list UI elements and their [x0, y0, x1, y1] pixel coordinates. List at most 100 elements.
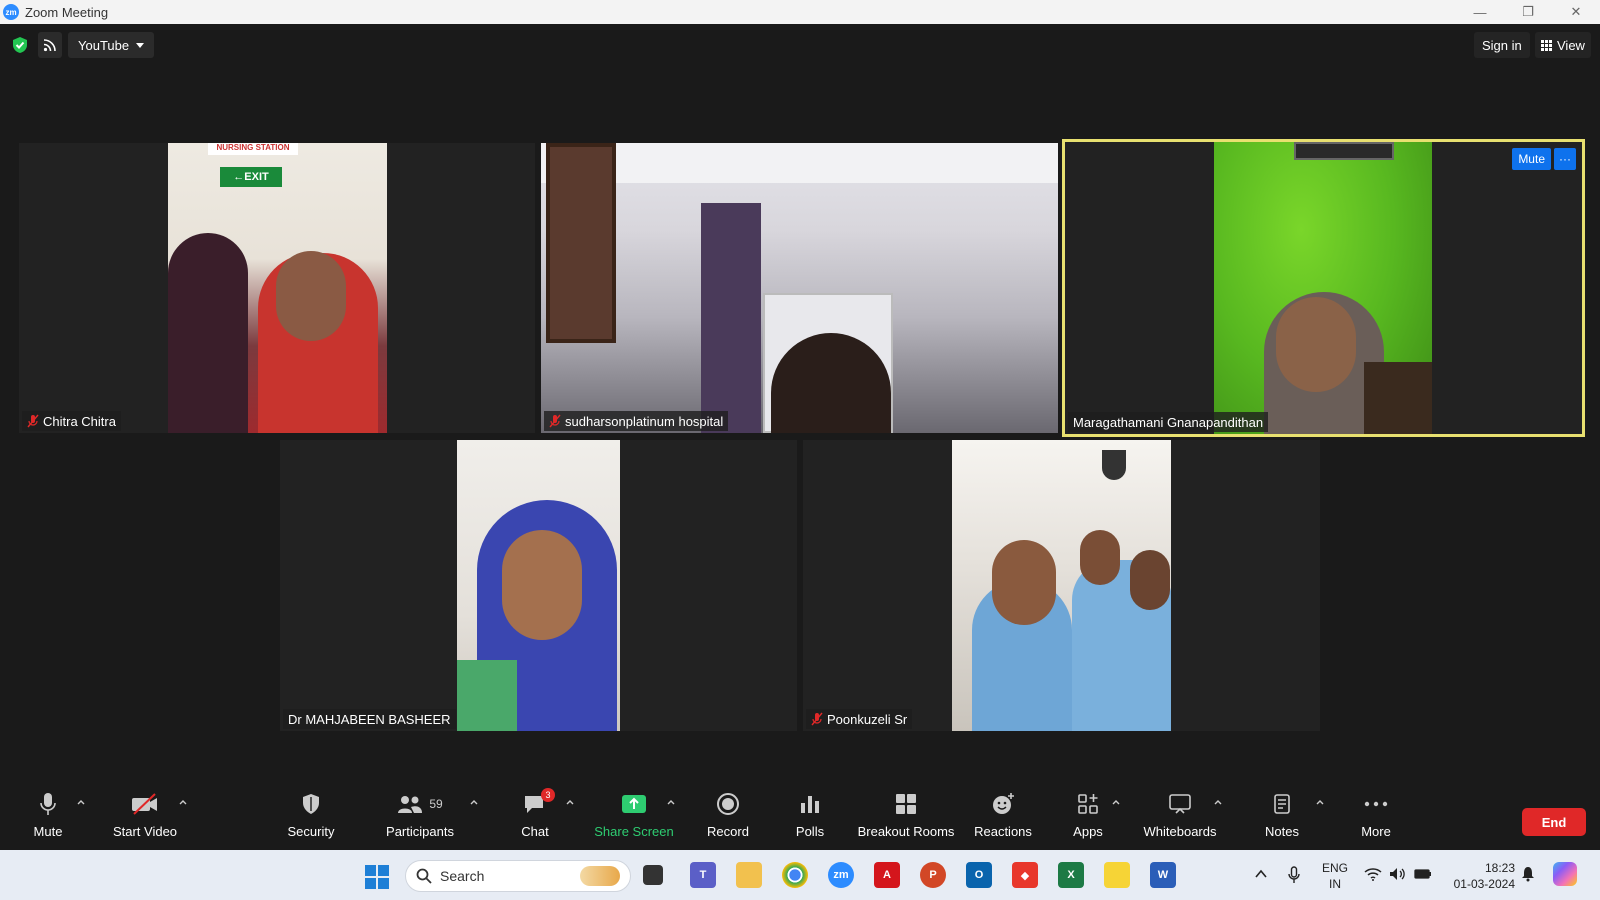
task-view-icon[interactable] — [643, 865, 663, 885]
encryption-shield-icon[interactable] — [12, 36, 28, 54]
whiteboards-button[interactable]: Whiteboards — [1142, 786, 1218, 850]
notes-button[interactable]: Notes — [1262, 786, 1302, 850]
video-tile[interactable]: sudharsonplatinum hospital — [541, 143, 1058, 433]
shield-icon — [303, 794, 319, 814]
breakout-rooms-icon — [896, 794, 916, 814]
input-language[interactable]: ENG IN — [1320, 860, 1350, 892]
more-label: More — [1361, 824, 1391, 839]
apps-options-chevron-up-icon[interactable] — [1112, 798, 1120, 806]
apps-button[interactable]: Apps — [1070, 786, 1106, 850]
windows-start-icon[interactable] — [365, 865, 389, 889]
notes-icon — [1274, 794, 1290, 814]
sign-in-button[interactable]: Sign in — [1474, 32, 1530, 58]
excel-icon[interactable]: X — [1058, 862, 1084, 888]
chat-label: Chat — [521, 824, 549, 839]
sticky-notes-icon[interactable] — [1104, 862, 1130, 888]
participants-options-chevron-up-icon[interactable] — [470, 798, 478, 806]
clock-time: 18:23 — [1484, 861, 1515, 875]
participant-name-tag: Maragathamani Gnanapandithan — [1068, 412, 1269, 432]
polls-button[interactable]: Polls — [792, 786, 828, 850]
anydesk-icon[interactable]: ◆ — [1012, 862, 1038, 888]
whiteboards-label: Whiteboards — [1143, 824, 1217, 839]
video-off-icon — [132, 793, 157, 815]
mute-button[interactable]: Mute — [24, 786, 72, 850]
file-explorer-icon[interactable] — [736, 862, 762, 888]
security-button[interactable]: Security — [285, 786, 337, 850]
restore-icon[interactable]: ❐ — [1504, 0, 1552, 24]
apps-icon — [1078, 794, 1098, 814]
participants-button[interactable]: 59 Participants — [385, 786, 455, 850]
wifi-icon[interactable] — [1364, 867, 1382, 881]
participant-name-tag: Poonkuzeli Sr — [806, 709, 913, 729]
minimize-icon[interactable]: — — [1456, 0, 1504, 24]
meeting-topbar: YouTube Sign in View — [0, 24, 1600, 68]
video-tile[interactable]: Dr MAHJABEEN BASHEER — [280, 440, 797, 731]
close-icon[interactable]: ✕ — [1552, 0, 1600, 24]
chat-button[interactable]: 3 Chat — [515, 786, 555, 850]
reactions-button[interactable]: Reactions — [974, 786, 1032, 850]
record-button[interactable]: Record — [704, 786, 752, 850]
share-screen-button[interactable]: Share Screen — [594, 786, 674, 850]
more-button[interactable]: More — [1354, 786, 1398, 850]
start-video-button[interactable]: Start Video — [110, 786, 180, 850]
tile-more-button[interactable]: ··· — [1554, 148, 1576, 170]
breakout-rooms-label: Breakout Rooms — [857, 824, 955, 839]
teams-icon[interactable]: T — [690, 862, 716, 888]
whiteboards-options-chevron-up-icon[interactable] — [1214, 798, 1222, 806]
grid-view-icon — [1541, 39, 1552, 51]
video-tile[interactable]: Poonkuzeli Sr — [803, 440, 1320, 731]
window-title: Zoom Meeting — [25, 4, 109, 20]
whiteboard-icon — [1169, 794, 1191, 814]
more-dots-icon — [1364, 801, 1388, 807]
apps-label: Apps — [1073, 824, 1103, 839]
taskbar-microphone-icon[interactable] — [1288, 866, 1300, 884]
tile-actions: Mute ··· — [1512, 148, 1576, 170]
region-code: IN — [1329, 877, 1341, 891]
participant-video — [1214, 142, 1432, 434]
share-screen-label: Share Screen — [594, 824, 674, 839]
participants-icon — [398, 796, 423, 813]
windows-taskbar: Search T zm A P O ◆ X W ENG IN 18:23 01-03… — [0, 850, 1600, 900]
participants-count: 59 — [429, 797, 443, 811]
mute-label: Mute — [33, 824, 63, 839]
mute-options-chevron-up-icon[interactable] — [77, 798, 85, 806]
chrome-icon[interactable] — [782, 862, 808, 888]
zoom-logo-icon: zm — [3, 4, 19, 20]
tile-mute-button[interactable]: Mute — [1512, 148, 1551, 170]
mic-muted-icon — [811, 712, 823, 726]
youtube-stream-dropdown[interactable]: YouTube — [68, 32, 155, 58]
video-tile-active-speaker[interactable]: Mute ··· Maragathamani Gnanapandithan — [1062, 139, 1585, 437]
participant-name-tag: sudharsonplatinum hospital — [544, 411, 729, 431]
chat-options-chevron-up-icon[interactable] — [566, 798, 574, 806]
participant-name-tag: Chitra Chitra — [22, 411, 121, 431]
powerpoint-icon[interactable]: P — [920, 862, 946, 888]
volume-icon[interactable] — [1389, 867, 1407, 881]
reactions-smiley-icon — [993, 793, 1014, 814]
window-titlebar: zm Zoom Meeting — ❐ ✕ — [0, 0, 1600, 24]
participant-name: Chitra Chitra — [43, 413, 116, 429]
video-options-chevron-up-icon[interactable] — [179, 798, 187, 806]
zoom-taskbar-icon[interactable]: zm — [828, 862, 854, 888]
notification-bell-icon[interactable] — [1521, 866, 1535, 882]
battery-icon[interactable] — [1414, 868, 1432, 880]
view-button[interactable]: View — [1535, 32, 1591, 58]
taskbar-search-box[interactable]: Search — [405, 860, 631, 892]
window-controls: — ❐ ✕ — [1456, 0, 1600, 24]
acrobat-icon[interactable]: A — [874, 862, 900, 888]
word-icon[interactable]: W — [1150, 862, 1176, 888]
breakout-rooms-button[interactable]: Breakout Rooms — [858, 786, 954, 850]
participant-name: Maragathamani Gnanapandithan — [1073, 414, 1264, 430]
video-tile[interactable]: NURSING STATION ←EXIT Chitra Chitra — [19, 143, 535, 433]
end-meeting-button[interactable]: End — [1522, 808, 1586, 836]
reactions-label: Reactions — [974, 824, 1032, 839]
live-stream-button[interactable] — [38, 32, 62, 58]
copilot-icon[interactable] — [1553, 862, 1577, 886]
share-options-chevron-up-icon[interactable] — [667, 798, 675, 806]
chat-unread-badge: 3 — [541, 788, 555, 802]
polls-label: Polls — [795, 824, 825, 839]
chevron-up-icon[interactable] — [1255, 869, 1267, 879]
taskbar-clock[interactable]: 18:23 01-03-2024 — [1445, 860, 1515, 892]
outlook-icon[interactable]: O — [966, 862, 992, 888]
notes-options-chevron-up-icon[interactable] — [1316, 798, 1324, 806]
participant-name: Poonkuzeli Sr — [827, 711, 908, 727]
